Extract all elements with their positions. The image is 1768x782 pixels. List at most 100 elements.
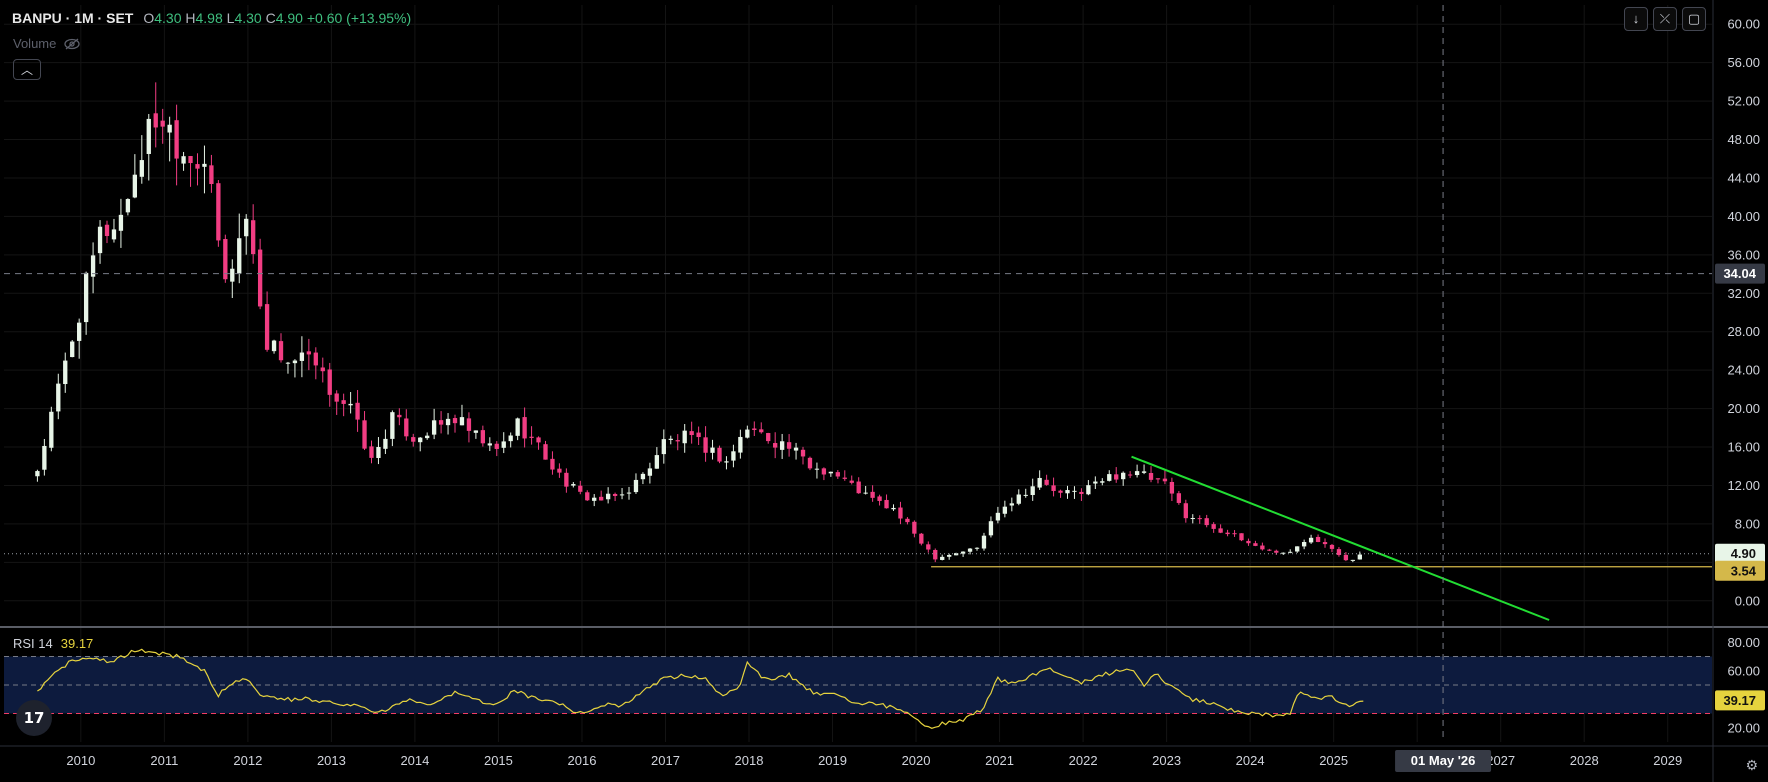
candle-body — [1322, 542, 1328, 545]
fullscreen-button[interactable]: ▢ — [1682, 7, 1706, 31]
candle-body — [1308, 537, 1314, 543]
candle-body — [786, 442, 792, 449]
candle-body — [501, 441, 506, 448]
high-label: H — [185, 10, 196, 26]
price-tick-label: 52.00 — [1727, 94, 1760, 109]
candle-body — [459, 417, 465, 426]
logo-text: 17 — [23, 709, 45, 727]
candle-body — [870, 491, 875, 498]
low-value: 4.30 — [234, 10, 262, 26]
symbol-title[interactable]: BANPU · 1M · SET — [12, 10, 133, 26]
candle-body — [271, 340, 277, 352]
price-tick-label: 0.00 — [1735, 593, 1760, 608]
candle-body — [793, 447, 799, 451]
candle-body — [181, 156, 186, 164]
candle-body — [1016, 494, 1021, 504]
fullscreen-icon: ▢ — [1687, 11, 1701, 26]
high-value: 4.98 — [195, 10, 223, 26]
candle-body — [981, 535, 987, 549]
time-tick-label: 2022 — [1069, 753, 1098, 768]
candle-body — [557, 468, 562, 473]
price-tick-label: 44.00 — [1727, 170, 1760, 185]
tradingview-logo[interactable]: 17 — [16, 700, 52, 736]
candle-body — [1086, 485, 1091, 495]
time-tick-label: 2012 — [233, 753, 262, 768]
candle-body — [1274, 550, 1279, 553]
open-value: 4.30 — [154, 10, 182, 26]
candle-body — [592, 497, 597, 501]
candle-body — [1343, 554, 1349, 561]
candle-body — [717, 447, 722, 462]
candle-body — [766, 433, 771, 442]
candle-body — [160, 120, 165, 127]
candle-body — [696, 432, 701, 438]
candle-body — [807, 457, 813, 469]
candle-body — [397, 414, 402, 418]
chevron-up-icon: ︿ — [20, 63, 33, 77]
time-tick-label: 2016 — [568, 753, 597, 768]
candle-body — [355, 402, 360, 420]
candle-body — [431, 420, 437, 435]
candle-body — [933, 549, 938, 560]
price-tick-label: 36.00 — [1727, 247, 1760, 262]
last-price-tag: 4.90 — [1731, 546, 1756, 561]
time-tick-label: 2019 — [818, 753, 847, 768]
candle-body — [988, 521, 994, 536]
candle-body — [306, 351, 312, 355]
candle-body — [320, 367, 325, 372]
candle-body — [940, 556, 945, 560]
candle-body — [1100, 481, 1105, 483]
candle-body — [216, 183, 221, 241]
chart-canvas[interactable]: 60.00 56.00 52.00 48.00 44.00 40.00 36.00 32.00… — [0, 0, 1768, 782]
candle-body — [257, 249, 263, 307]
price-tick-label: 28.00 — [1727, 324, 1760, 339]
candle-body — [640, 473, 646, 480]
candle-body — [1162, 478, 1168, 482]
eye-off-icon[interactable] — [64, 38, 81, 50]
candle-body — [1204, 518, 1209, 526]
candle-body — [1009, 503, 1014, 506]
price-tick-label: 12.00 — [1727, 478, 1760, 493]
collapse-pane-button[interactable]: ⤫ — [1653, 7, 1677, 31]
candle-body — [1002, 506, 1008, 514]
candle-body — [779, 441, 785, 450]
time-tick-label: 2029 — [1653, 753, 1682, 768]
candle-body — [1044, 479, 1049, 485]
candle-body — [1357, 554, 1362, 560]
candle-body — [856, 481, 861, 494]
volume-legend[interactable]: Volume — [13, 36, 81, 51]
price-tick-label: 32.00 — [1727, 286, 1760, 301]
time-tick-label: 2011 — [150, 753, 178, 768]
candle-body — [1288, 551, 1293, 553]
open-label: O — [143, 10, 155, 26]
candle-body — [967, 548, 973, 552]
candle-body — [494, 443, 499, 449]
candle-body — [814, 468, 820, 470]
candle-body — [550, 458, 555, 470]
time-tick-label: 2024 — [1236, 753, 1265, 768]
legend-header: BANPU · 1M · SET O4.30 H4.98 L4.30 C4.90… — [12, 10, 411, 26]
candle-body — [1141, 471, 1147, 473]
candle-body — [1155, 478, 1161, 480]
candle-body — [1211, 524, 1216, 529]
settings-gear-icon[interactable]: ⚙ — [1745, 757, 1758, 774]
candle-body — [1037, 477, 1042, 488]
scroll-down-button[interactable]: ↓ — [1624, 7, 1648, 31]
candle-body — [654, 455, 660, 469]
candle-body — [438, 420, 444, 425]
candle-body — [369, 446, 374, 458]
rsi-legend[interactable]: RSI 14 39.17 — [13, 636, 93, 651]
candle-body — [42, 445, 47, 470]
candle-body — [974, 547, 980, 549]
candle-body — [174, 120, 179, 159]
crosshair-date-tag: 01 May '26 — [1411, 753, 1476, 768]
support-price-tag: 3.54 — [1731, 563, 1757, 578]
candle-body — [35, 471, 40, 477]
collapse-legend-button[interactable]: ︿ — [13, 59, 41, 80]
candle-body — [1127, 474, 1133, 476]
time-tick-label: 2017 — [651, 753, 680, 768]
candle-body — [1225, 532, 1230, 535]
candle-body — [362, 420, 367, 449]
candle-body — [327, 369, 332, 395]
candle-body — [599, 496, 604, 501]
